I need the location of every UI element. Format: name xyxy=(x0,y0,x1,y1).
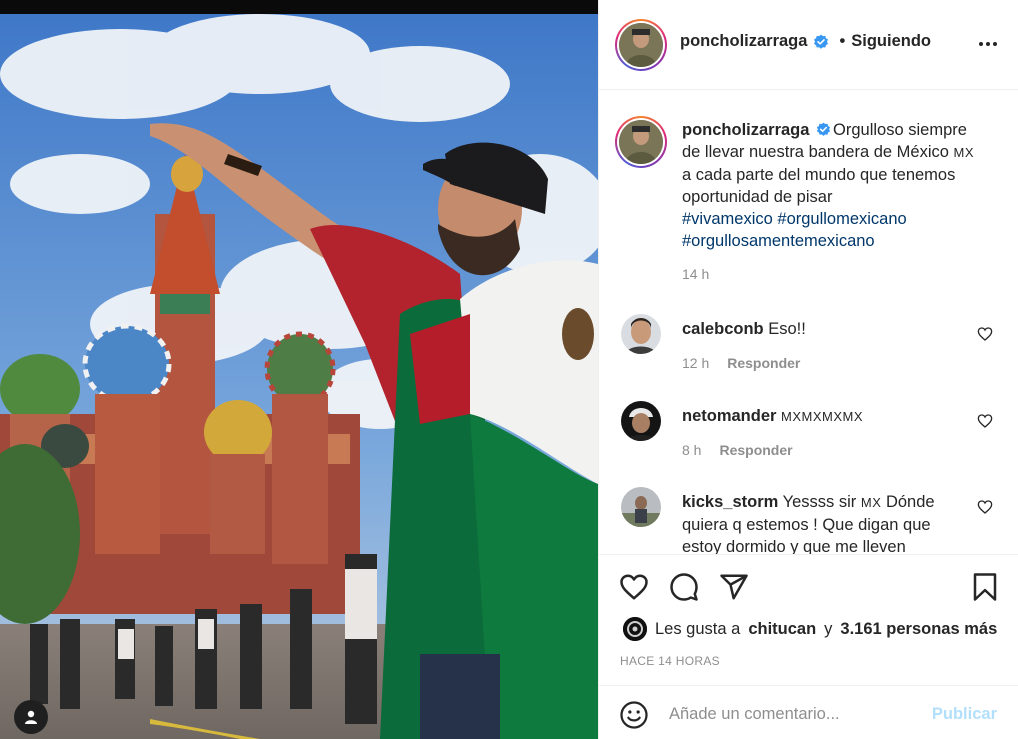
likes-summary: Les gusta a chitucan y 3.161 personas má… xyxy=(623,617,997,641)
tagged-users-button[interactable] xyxy=(14,700,48,734)
commenter-avatar[interactable] xyxy=(621,401,661,441)
post-image xyxy=(0,14,598,739)
post-side-panel: poncholizarraga • Siguiendo poncholizarr… xyxy=(598,0,1018,739)
comment-input[interactable] xyxy=(669,700,919,728)
flag-emoji-text: MX xyxy=(860,495,882,510)
liker-username[interactable]: chitucan xyxy=(748,620,816,639)
commenter-avatar[interactable] xyxy=(621,487,661,527)
heart-icon[interactable] xyxy=(977,413,993,429)
likes-prefix: Les gusta a xyxy=(655,619,741,638)
more-options-button[interactable] xyxy=(975,34,1001,54)
author-avatar[interactable] xyxy=(615,19,667,71)
comment-text: Yessss sir xyxy=(782,493,861,511)
commenter-avatar[interactable] xyxy=(621,314,661,354)
caption-username[interactable]: poncholizarraga xyxy=(682,121,809,139)
commenter-username[interactable]: kicks_storm xyxy=(682,493,778,511)
verified-badge-icon xyxy=(816,122,831,136)
top-bar xyxy=(0,0,598,14)
comment-timestamp[interactable]: 12 h xyxy=(682,355,709,371)
header-separator: • xyxy=(839,32,846,50)
hashtag-link[interactable]: #orgullosamentemexicano xyxy=(682,232,875,250)
post-photo[interactable] xyxy=(0,0,598,739)
heart-icon[interactable] xyxy=(977,326,993,342)
post-header: poncholizarraga • Siguiendo xyxy=(599,0,1018,90)
heart-icon[interactable] xyxy=(619,572,649,602)
commenter-username[interactable]: netomander xyxy=(682,407,776,425)
following-button[interactable]: Siguiendo xyxy=(851,32,931,51)
author-username[interactable]: poncholizarraga xyxy=(680,32,807,51)
comment-text: MXMXMXMX xyxy=(781,409,864,424)
comments-list[interactable]: poncholizarraga Orgulloso siempre de lle… xyxy=(599,91,1018,554)
more-horizontal-icon xyxy=(979,42,983,46)
caption-timestamp[interactable]: 14 h xyxy=(682,266,709,282)
hashtag-link[interactable]: #vivamexico xyxy=(682,210,773,228)
caption-text: poncholizarraga Orgulloso siempre de lle… xyxy=(682,119,982,252)
heart-icon[interactable] xyxy=(977,499,993,515)
likes-count[interactable]: 3.161 personas más xyxy=(840,620,997,639)
hashtag-link[interactable]: #orgullomexicano xyxy=(777,210,906,228)
liker-avatar[interactable] xyxy=(623,617,647,641)
bookmark-icon[interactable] xyxy=(970,572,1000,602)
commenter-username[interactable]: calebconb xyxy=(682,320,764,338)
verified-badge-icon xyxy=(814,34,829,49)
caption-body-2: a cada parte del mundo que tenemos oport… xyxy=(682,166,956,206)
paper-plane-icon[interactable] xyxy=(719,572,749,602)
comment-text: Eso!! xyxy=(768,320,806,338)
user-tag-icon xyxy=(25,710,37,724)
comment-timestamp[interactable]: 8 h xyxy=(682,442,701,458)
add-comment-bar: Publicar xyxy=(599,685,1018,739)
flag-emoji-text: MX xyxy=(953,145,974,160)
comment-bubble-icon[interactable] xyxy=(669,572,699,602)
publish-button[interactable]: Publicar xyxy=(932,705,997,724)
likes-joiner: y xyxy=(824,619,833,638)
reply-button[interactable]: Responder xyxy=(719,442,792,458)
smiley-icon[interactable] xyxy=(619,700,649,730)
caption-author-avatar[interactable] xyxy=(615,116,667,168)
reply-button[interactable]: Responder xyxy=(727,355,800,371)
post-actions: Les gusta a chitucan y 3.161 personas má… xyxy=(599,554,1018,739)
post-time-ago[interactable]: HACE 14 HORAS xyxy=(620,654,720,668)
